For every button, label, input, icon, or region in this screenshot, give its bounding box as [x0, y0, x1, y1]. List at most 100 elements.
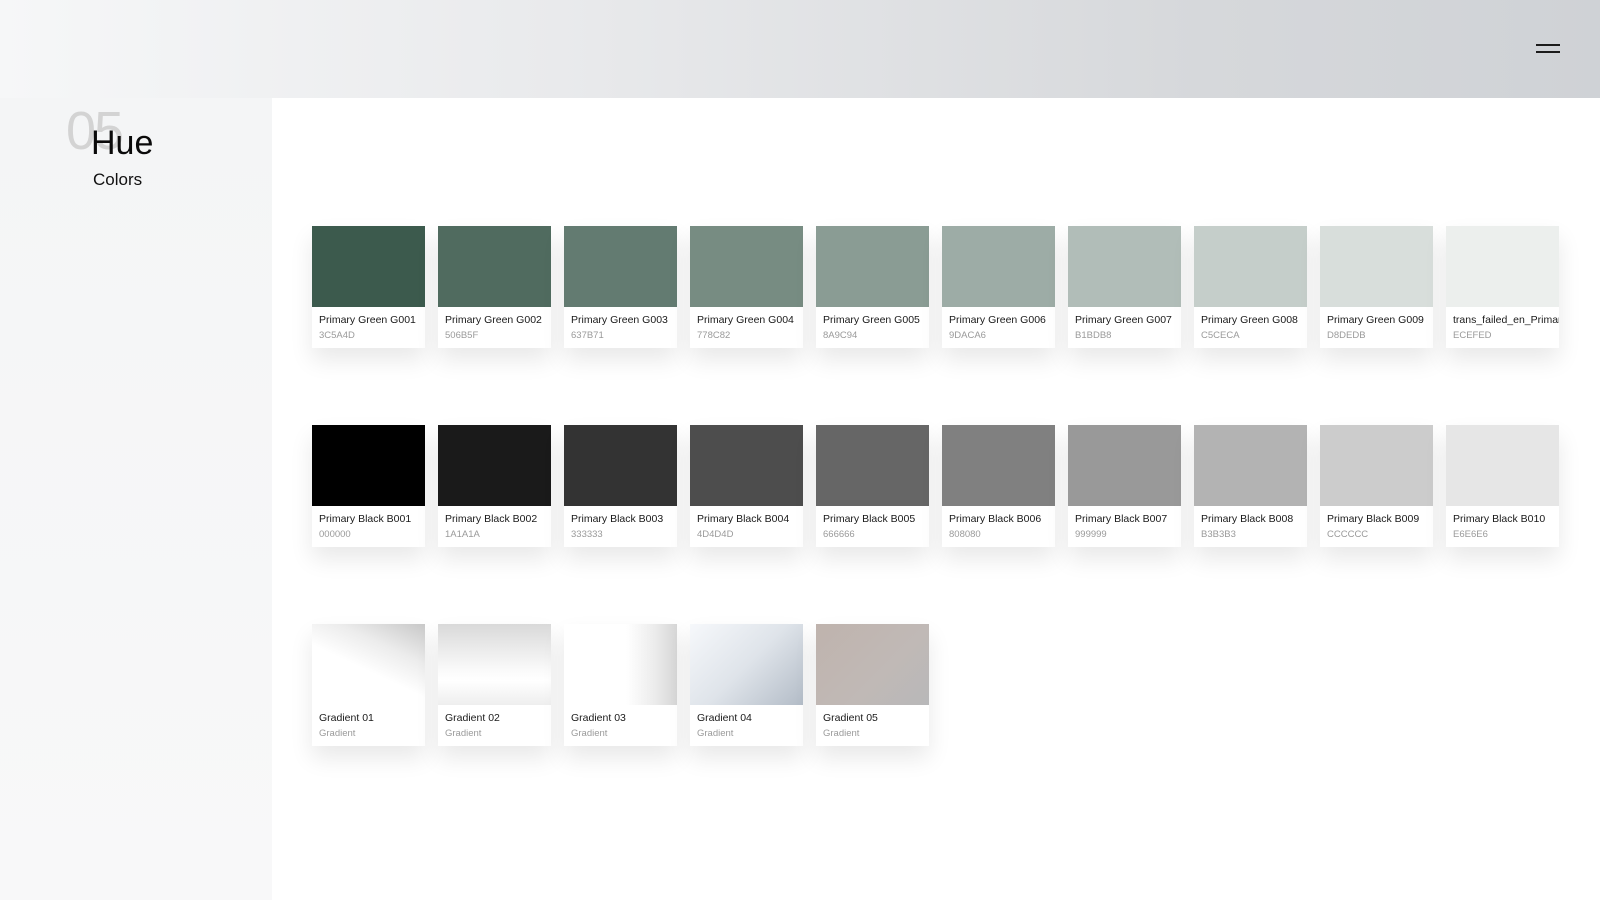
page: 05 Hue Colors Primary Green G001 3C5A4D …: [0, 0, 1600, 900]
color-card-b005[interactable]: Primary Black B005 666666: [816, 425, 929, 547]
color-swatch: [564, 425, 677, 506]
menu-line-top: [1536, 44, 1560, 46]
color-swatch: [438, 226, 551, 307]
color-name: Primary Black B006: [949, 513, 1042, 525]
gradient-card-05[interactable]: Gradient 05 Gradient: [816, 624, 929, 746]
color-swatch: [942, 425, 1055, 506]
color-swatch: [942, 226, 1055, 307]
color-swatch: [564, 226, 677, 307]
color-code: D8DEDB: [1327, 330, 1366, 341]
gradient-name: Gradient 03: [571, 712, 626, 724]
color-card-b008[interactable]: Primary Black B008 B3B3B3: [1194, 425, 1307, 547]
menu-line-bottom: [1536, 51, 1560, 53]
color-name: Primary Black B002: [445, 513, 538, 525]
color-name: Primary Black B003: [571, 513, 664, 525]
color-card-g003[interactable]: Primary Green G003 637B71: [564, 226, 677, 348]
color-card-g008[interactable]: Primary Green G008 C5CECA: [1194, 226, 1307, 348]
color-code: 333333: [571, 529, 603, 540]
color-name: Primary Green G004: [697, 314, 794, 326]
color-swatch: [438, 425, 551, 506]
color-card-b007[interactable]: Primary Black B007 999999: [1068, 425, 1181, 547]
gradient-name: Gradient 05: [823, 712, 878, 724]
color-card-g009[interactable]: Primary Green G009 D8DEDB: [1320, 226, 1433, 348]
color-swatch: [312, 425, 425, 506]
gradient-name: Gradient 04: [697, 712, 752, 724]
color-code: 637B71: [571, 330, 604, 341]
color-code: 778C82: [697, 330, 731, 341]
gradient-type: Gradient: [823, 728, 860, 739]
color-card-b010[interactable]: Primary Black B010 E6E6E6: [1446, 425, 1559, 547]
hamburger-menu-icon[interactable]: [1536, 42, 1560, 54]
color-name: Primary Green G001: [319, 314, 416, 326]
green-palette-row: Primary Green G001 3C5A4D Primary Green …: [312, 226, 1572, 348]
color-code: CCCCCC: [1327, 529, 1369, 540]
color-code: 808080: [949, 529, 981, 540]
color-name: Primary Black B009: [1327, 513, 1420, 525]
color-card-g005[interactable]: Primary Green G005 8A9C94: [816, 226, 929, 348]
gradient-swatch: [816, 624, 929, 705]
color-swatch: [1446, 226, 1559, 307]
color-card-b004[interactable]: Primary Black B004 4D4D4D: [690, 425, 803, 547]
color-swatch: [1194, 425, 1307, 506]
color-swatch: [816, 425, 929, 506]
color-swatch: [1068, 226, 1181, 307]
color-card-g004[interactable]: Primary Green G004 778C82: [690, 226, 803, 348]
color-name: Primary Black B005: [823, 513, 916, 525]
section-subtitle: Colors: [93, 170, 143, 189]
color-name: trans_failed_en_Primary Green G010: [1453, 314, 1559, 326]
color-code: 4D4D4D: [697, 529, 734, 540]
color-card-b001[interactable]: Primary Black B001 000000: [312, 425, 425, 547]
gradient-type: Gradient: [697, 728, 734, 739]
color-name: Primary Green G008: [1201, 314, 1298, 326]
color-name: Primary Green G005: [823, 314, 920, 326]
color-code: 999999: [1075, 529, 1107, 540]
color-card-g002[interactable]: Primary Green G002 506B5F: [438, 226, 551, 348]
color-card-b003[interactable]: Primary Black B003 333333: [564, 425, 677, 547]
color-swatch: [1194, 226, 1307, 307]
color-swatch: [1068, 425, 1181, 506]
gradient-type: Gradient: [319, 728, 356, 739]
color-card-b002[interactable]: Primary Black B002 1A1A1A: [438, 425, 551, 547]
gradient-name: Gradient 01: [319, 712, 374, 724]
color-code: ECEFED: [1453, 330, 1492, 341]
color-code: B1BDB8: [1075, 330, 1112, 341]
color-name: Primary Green G009: [1327, 314, 1424, 326]
gradient-swatch: [438, 624, 551, 705]
color-code: 666666: [823, 529, 855, 540]
color-card-g006[interactable]: Primary Green G006 9DACA6: [942, 226, 1055, 348]
section-title: Hue: [91, 124, 154, 162]
color-code: 1A1A1A: [445, 529, 480, 540]
color-swatch: [816, 226, 929, 307]
palette-content: Primary Green G001 3C5A4D Primary Green …: [272, 98, 1600, 900]
color-card-b006[interactable]: Primary Black B006 808080: [942, 425, 1055, 547]
gradient-swatch: [564, 624, 677, 705]
color-name: Primary Black B007: [1075, 513, 1168, 525]
color-card-g001[interactable]: Primary Green G001 3C5A4D: [312, 226, 425, 348]
gradient-type: Gradient: [571, 728, 608, 739]
color-name: Primary Green G003: [571, 314, 668, 326]
gradient-swatch: [312, 624, 425, 705]
color-swatch: [1320, 226, 1433, 307]
color-swatch: [1320, 425, 1433, 506]
color-code: 506B5F: [445, 330, 479, 341]
color-card-b009[interactable]: Primary Black B009 CCCCCC: [1320, 425, 1433, 547]
color-swatch: [690, 425, 803, 506]
gradient-card-03[interactable]: Gradient 03 Gradient: [564, 624, 677, 746]
color-name: Primary Black B008: [1201, 513, 1294, 525]
color-name: Primary Green G006: [949, 314, 1046, 326]
black-palette-row: Primary Black B001 000000 Primary Black …: [312, 425, 1572, 547]
color-card-g010[interactable]: trans_failed_en_Primary Green G010 ECEFE…: [1446, 226, 1559, 348]
color-code: 8A9C94: [823, 330, 858, 341]
color-code: E6E6E6: [1453, 529, 1488, 540]
gradient-card-04[interactable]: Gradient 04 Gradient: [690, 624, 803, 746]
gradient-type: Gradient: [445, 728, 482, 739]
gradient-card-02[interactable]: Gradient 02 Gradient: [438, 624, 551, 746]
gradient-swatch: [690, 624, 803, 705]
color-card-g007[interactable]: Primary Green G007 B1BDB8: [1068, 226, 1181, 348]
color-code: 000000: [319, 529, 351, 540]
gradient-card-01[interactable]: Gradient 01 Gradient: [312, 624, 425, 746]
color-swatch: [1446, 425, 1559, 506]
gradient-palette-row: Gradient 01 Gradient Gradient 02 Gradien…: [312, 624, 942, 746]
gradient-name: Gradient 02: [445, 712, 500, 724]
sidebar: [0, 98, 272, 900]
